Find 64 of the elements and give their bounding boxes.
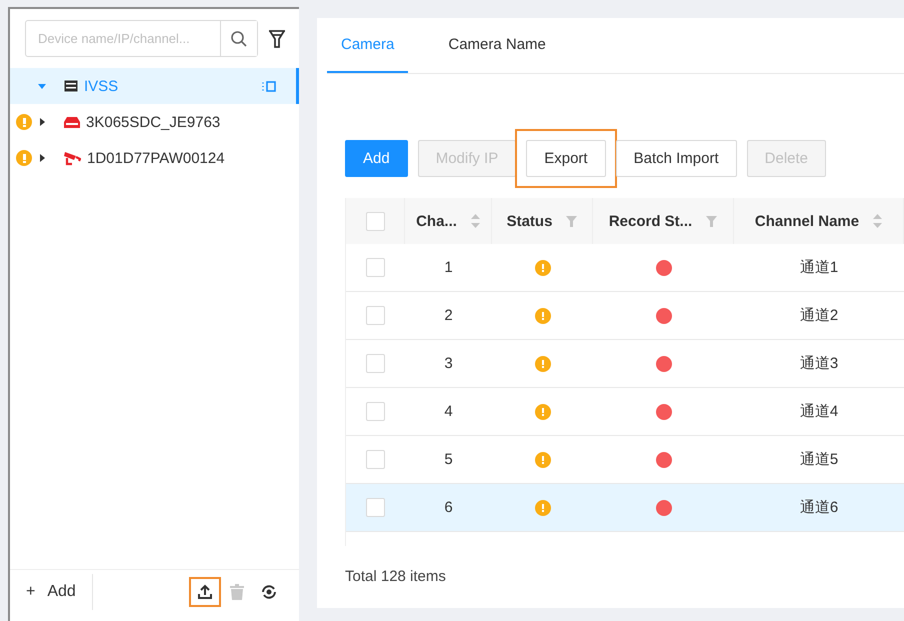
warning-status-icon [534, 452, 550, 468]
caret-icon[interactable] [38, 118, 46, 126]
table-row[interactable]: 6 通道6 [346, 484, 904, 532]
row-checkbox[interactable] [366, 450, 385, 469]
search-button[interactable] [220, 21, 257, 56]
row-checkbox[interactable] [366, 354, 385, 373]
server-icon [64, 80, 78, 92]
table-cell: 2 [444, 307, 453, 324]
warning-status-icon [534, 308, 550, 324]
row-checkbox[interactable] [366, 402, 385, 421]
tree-item[interactable]: 3K065SDC_JE9763 [10, 104, 299, 140]
warning-status-icon [534, 260, 550, 276]
sort-icon[interactable] [873, 214, 882, 228]
upload-button[interactable] [189, 576, 221, 606]
column-header: Status [506, 212, 552, 230]
upload-icon [197, 584, 213, 600]
camera-icon [64, 150, 81, 166]
table-cell: 通道6 [800, 498, 838, 517]
recorder-icon [64, 116, 80, 128]
record-status-icon [656, 260, 672, 276]
tree-item-label: 3K065SDC_JE9763 [86, 114, 220, 130]
trash-icon [230, 584, 244, 600]
tree-item-label: IVSS [84, 78, 118, 94]
row-checkbox[interactable] [366, 258, 385, 277]
toolbar-button[interactable]: Export [526, 140, 606, 176]
table-cell: 5 [444, 451, 453, 468]
column-header: Record St... [608, 212, 692, 230]
table-cell: 6 [444, 499, 453, 516]
warning-icon [16, 150, 32, 166]
search-box[interactable]: Device name/IP/channel... [25, 20, 258, 57]
record-status-icon [656, 452, 672, 468]
column-header: Channel Name [754, 212, 860, 230]
row-checkbox[interactable] [366, 498, 385, 517]
table-cell: 通道1 [800, 258, 838, 277]
refresh-icon [261, 584, 277, 600]
warning-icon [16, 114, 32, 130]
sort-icon[interactable] [470, 214, 480, 228]
table-cell: 4 [444, 403, 453, 420]
record-status-icon [656, 500, 672, 516]
record-status-icon [656, 404, 672, 420]
select-all-checkbox[interactable] [366, 212, 384, 230]
table-cell: 通道4 [800, 402, 838, 421]
list-view-icon[interactable] [262, 80, 276, 92]
warning-status-icon [534, 356, 550, 372]
table-cell: 通道3 [800, 354, 838, 373]
table-cell: 3 [444, 355, 453, 372]
warning-status-icon [534, 500, 550, 516]
add-device-button[interactable]: + Add [26, 574, 93, 610]
record-status-icon [656, 356, 672, 372]
tab[interactable]: Camera Name [434, 18, 560, 73]
filter-icon[interactable] [268, 30, 286, 48]
row-checkbox[interactable] [366, 306, 385, 325]
table-cell: 通道2 [800, 306, 838, 325]
toolbar-button[interactable]: Batch Import [616, 140, 737, 176]
search-icon [231, 30, 247, 46]
table-cell: 1 [444, 259, 453, 276]
tree-item-label: 1D01D77PAW00124 [87, 150, 225, 166]
record-status-icon [656, 308, 672, 324]
warning-status-icon [534, 404, 550, 420]
table-cell: 通道5 [800, 450, 838, 469]
total-count: Total 128 items [345, 568, 447, 585]
caret-icon[interactable] [38, 154, 46, 162]
tree-item[interactable]: 1D01D77PAW00124 [10, 140, 299, 176]
column-header: Cha... [416, 212, 457, 230]
